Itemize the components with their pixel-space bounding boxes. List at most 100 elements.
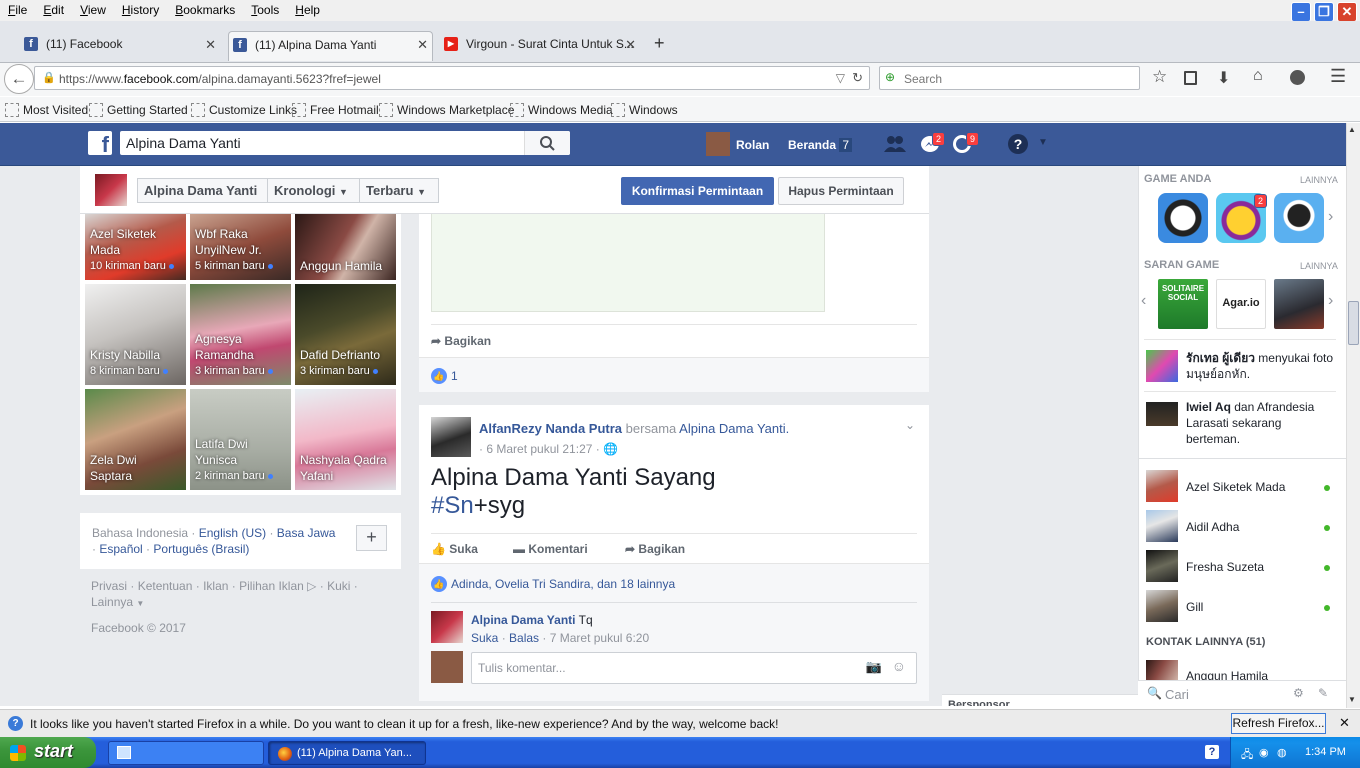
home-link[interactable]: Beranda 7 xyxy=(788,138,853,152)
contact-avatar[interactable] xyxy=(1146,660,1178,680)
volume-icon[interactable]: ◉ xyxy=(1259,746,1269,759)
bookmark-most-visited[interactable]: Most Visited xyxy=(5,103,88,117)
more-languages-button[interactable]: + xyxy=(356,525,387,551)
tab-alpina[interactable]: f (11) Alpina Dama Yanti ✕ xyxy=(228,31,433,61)
commenter-link[interactable]: Alpina Dama Yanti xyxy=(471,613,575,627)
menu-view[interactable]: View xyxy=(72,0,114,17)
help-icon[interactable]: ? xyxy=(1008,134,1028,154)
reload-icon[interactable]: ↻ xyxy=(852,70,863,86)
comment-input[interactable]: Tulis komentar... 📷 ☺ xyxy=(471,652,917,684)
delete-request-button[interactable]: Hapus Permintaan xyxy=(778,177,904,205)
close-window-button[interactable]: ✕ xyxy=(1337,2,1357,22)
bookmark-getting-started[interactable]: Getting Started xyxy=(89,103,188,117)
ticker-avatar[interactable] xyxy=(1146,402,1178,426)
timeline-dropdown[interactable]: Kronologi ▼ xyxy=(267,178,360,203)
home-icon[interactable]: ⌂ xyxy=(1253,67,1263,85)
friend-tile[interactable]: Anggun Hamila xyxy=(295,214,396,280)
my-avatar[interactable] xyxy=(431,651,463,683)
dropdown-arrow-icon[interactable]: ▽ xyxy=(836,71,845,85)
camera-icon[interactable]: 📷 xyxy=(866,659,882,675)
language-link[interactable]: Basa Jawa xyxy=(277,526,336,540)
scroll-down-icon[interactable]: ▼ xyxy=(1348,695,1356,704)
taskbar-window-firefox[interactable]: (11) Alpina Dama Yan... xyxy=(268,741,426,765)
profile-thumbnail[interactable] xyxy=(95,174,127,206)
minimize-button[interactable]: – xyxy=(1291,2,1311,22)
author-link[interactable]: AlfanRezy Nanda Putra xyxy=(479,421,622,436)
footer-more-link[interactable]: Lainnya xyxy=(91,595,133,609)
ticker-item[interactable]: รักเทอ ผู้เดียว menyukai foto มนุษย์อกหั… xyxy=(1186,350,1336,382)
shooter-game-icon[interactable] xyxy=(1274,279,1324,329)
contact-avatar[interactable] xyxy=(1146,590,1178,622)
vertical-scrollbar[interactable]: ▲ ▼ xyxy=(1346,123,1360,708)
bookmark-windows-marketplace[interactable]: Windows Marketplace xyxy=(379,103,514,117)
menu-file[interactable]: File xyxy=(0,0,35,17)
chevron-right-icon[interactable]: › xyxy=(1328,208,1333,226)
more-suggested-link[interactable]: LAINNYA xyxy=(1300,261,1338,271)
menu-edit[interactable]: Edit xyxy=(35,0,72,17)
comment-reply-link[interactable]: Balas xyxy=(509,631,539,645)
footer-link[interactable]: Iklan xyxy=(203,579,228,593)
share-button[interactable]: ➦ Bagikan xyxy=(431,334,491,348)
footer-link[interactable]: Privasi xyxy=(91,579,127,593)
antivirus-icon[interactable]: ◍ xyxy=(1277,746,1287,759)
menu-help[interactable]: Help xyxy=(287,0,328,17)
pool-game-icon[interactable] xyxy=(1274,193,1324,243)
facebook-logo-icon[interactable]: f xyxy=(88,131,112,157)
like-button[interactable]: 👍 Suka xyxy=(431,542,478,556)
post-time[interactable]: 6 Maret pukul 21:27 xyxy=(486,442,592,456)
contact-avatar[interactable] xyxy=(1146,470,1178,502)
tab-youtube[interactable]: ▶ Virgoun - Surat Cinta Untuk S... ✕ xyxy=(440,34,640,56)
more-games-link[interactable]: LAINNYA xyxy=(1300,175,1338,185)
close-tab-icon[interactable]: ✕ xyxy=(625,37,636,53)
friend-tile[interactable]: Nashyala Qadra Yafani xyxy=(295,389,396,490)
agar-game-icon[interactable]: Agar.io xyxy=(1216,279,1266,329)
comment-like-link[interactable]: Suka xyxy=(471,631,498,645)
friend-requests-icon[interactable] xyxy=(882,134,908,154)
chevron-left-icon[interactable]: ‹ xyxy=(1141,292,1146,310)
help-tray-icon[interactable]: ? xyxy=(1205,745,1219,759)
author-avatar[interactable] xyxy=(431,417,471,457)
profile-name-link[interactable]: Alpina Dama Yanti xyxy=(137,178,268,203)
scroll-up-icon[interactable]: ▲ xyxy=(1348,125,1356,134)
footer-link[interactable]: Ketentuan xyxy=(138,579,193,593)
friend-tile[interactable]: Zela Dwi Saptara xyxy=(85,389,186,490)
url-bar[interactable]: 🔒 https://www.facebook.com/alpina.damaya… xyxy=(34,66,870,90)
footer-link[interactable]: Kuki xyxy=(327,579,350,593)
bookmark-windows[interactable]: Windows xyxy=(611,103,678,117)
menu-tools[interactable]: Tools xyxy=(243,0,287,17)
solitaire-game-icon[interactable]: SOLITAIRE SOCIAL xyxy=(1158,279,1208,329)
language-link[interactable]: Español xyxy=(99,542,142,556)
comment-button[interactable]: ▬ Komentari xyxy=(513,542,588,556)
friend-tile[interactable]: Kristy Nabilla 8 kiriman baru xyxy=(85,284,186,385)
recent-dropdown[interactable]: Terbaru ▼ xyxy=(359,178,439,203)
new-message-icon[interactable]: ✎ xyxy=(1318,686,1328,700)
hashtag-link[interactable]: #Sn xyxy=(431,492,474,519)
comment-time[interactable]: 7 Maret pukul 6:20 xyxy=(550,631,649,645)
reading-list-icon[interactable] xyxy=(1184,71,1197,85)
close-tab-icon[interactable]: ✕ xyxy=(205,37,216,53)
profile-link[interactable]: Rolan xyxy=(736,138,769,152)
avatar[interactable] xyxy=(706,132,730,156)
tab-facebook[interactable]: f (11) Facebook ✕ xyxy=(20,34,220,56)
friend-tile[interactable]: Dafid Defrianto 3 kiriman baru xyxy=(295,284,396,385)
post-media[interactable] xyxy=(431,214,825,312)
contact-avatar[interactable] xyxy=(1146,550,1178,582)
footer-link[interactable]: Pilihan Iklan xyxy=(239,579,304,593)
download-icon[interactable]: ⬇ xyxy=(1217,68,1230,88)
back-arrow-icon[interactable]: ← xyxy=(4,64,34,94)
ticker-avatar[interactable] xyxy=(1146,350,1178,382)
emoji-icon[interactable]: ☺ xyxy=(892,658,906,674)
commenter-avatar[interactable] xyxy=(431,611,463,643)
restore-button[interactable]: ❐ xyxy=(1314,2,1334,22)
8-ball-pool-game-icon[interactable] xyxy=(1158,193,1208,243)
clock[interactable]: 1:34 PM xyxy=(1305,746,1346,758)
account-dropdown-icon[interactable]: ▼ xyxy=(1038,137,1048,148)
menu-bookmarks[interactable]: Bookmarks xyxy=(167,0,243,17)
post-options-icon[interactable]: ⌄ xyxy=(905,418,915,432)
confirm-request-button[interactable]: Konfirmasi Permintaan xyxy=(621,177,774,205)
bookmark-windows-media[interactable]: Windows Media xyxy=(510,103,613,117)
contact-name-partial[interactable]: Anggun Hamila xyxy=(1186,670,1326,680)
like-count[interactable]: 1 xyxy=(451,369,458,383)
close-tab-icon[interactable]: ✕ xyxy=(417,37,428,53)
contact-name[interactable]: Aidil Adha xyxy=(1186,520,1239,534)
